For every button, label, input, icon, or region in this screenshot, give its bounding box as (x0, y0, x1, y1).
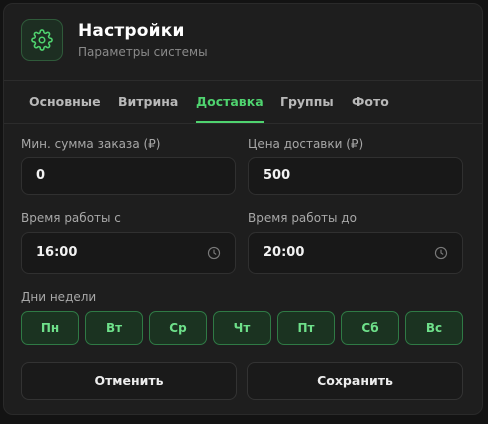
page-subtitle: Параметры системы (78, 45, 208, 59)
tab-general[interactable]: Основные (29, 81, 101, 123)
tab-groups[interactable]: Группы (280, 81, 334, 123)
tab-photo[interactable]: Фото (352, 81, 389, 123)
day-toggle-tue[interactable]: Вт (85, 311, 143, 345)
settings-panel: Настройки Параметры системы Основные Вит… (3, 3, 483, 415)
tab-delivery[interactable]: Доставка (196, 81, 264, 123)
cancel-button[interactable]: Отменить (21, 362, 237, 400)
day-toggle-thu[interactable]: Чт (213, 311, 271, 345)
min-order-input[interactable]: 0 (21, 157, 236, 195)
delivery-price-input[interactable]: 500 (248, 157, 463, 195)
delivery-price-value: 500 (263, 168, 291, 183)
day-toggle-sun[interactable]: Вс (405, 311, 463, 345)
tab-storefront[interactable]: Витрина (118, 81, 178, 123)
clock-icon[interactable] (207, 246, 221, 260)
day-toggle-wed[interactable]: Ср (149, 311, 207, 345)
min-order-value: 0 (36, 168, 46, 183)
save-button[interactable]: Сохранить (247, 362, 463, 400)
day-toggle-fri[interactable]: Пт (277, 311, 335, 345)
work-to-label: Время работы до (248, 211, 357, 225)
work-to-value: 20:00 (263, 245, 305, 260)
header-icon-box (21, 19, 63, 61)
days-label: Дни недели (21, 290, 97, 304)
page-title: Настройки (78, 21, 185, 41)
min-order-label: Мин. сумма заказа (₽) (21, 137, 161, 151)
gear-icon (31, 29, 53, 51)
settings-header: Настройки Параметры системы (4, 4, 482, 81)
day-toggle-sat[interactable]: Сб (341, 311, 399, 345)
work-to-input[interactable]: 20:00 (248, 232, 463, 274)
clock-icon[interactable] (434, 246, 448, 260)
work-from-input[interactable]: 16:00 (21, 232, 236, 274)
delivery-price-label: Цена доставки (₽) (248, 137, 364, 151)
work-from-label: Время работы с (21, 211, 121, 225)
settings-tabs: Основные Витрина Доставка Группы Фото (4, 81, 482, 124)
work-from-value: 16:00 (36, 245, 78, 260)
day-toggle-mon[interactable]: Пн (21, 311, 79, 345)
